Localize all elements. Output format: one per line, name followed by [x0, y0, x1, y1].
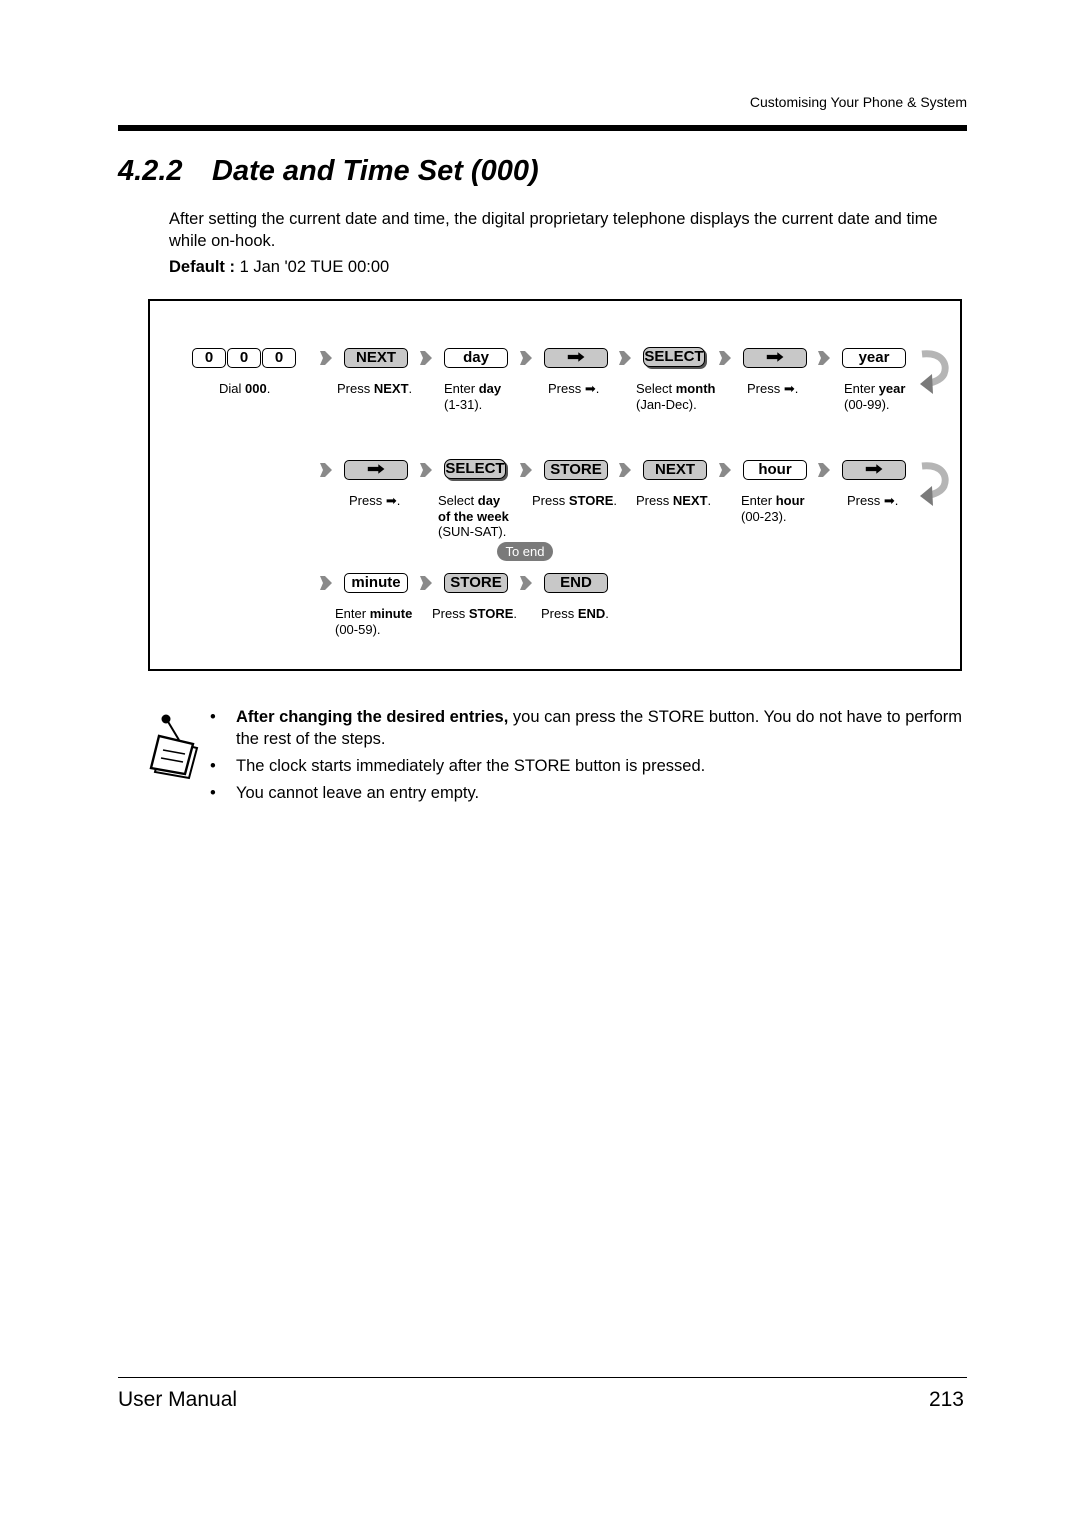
- caption-dial: Dial 000.: [219, 381, 271, 396]
- caption-day: Enter day (1-31).: [444, 381, 502, 412]
- caption-store: Press STORE.: [532, 493, 618, 508]
- key-right-arrow[interactable]: ➡: [743, 348, 807, 368]
- flow-arrow-icon: [320, 460, 332, 480]
- key-digit-0-third[interactable]: 0: [262, 348, 296, 368]
- caption-end: Press END.: [541, 606, 609, 621]
- default-setting: Default : 1 Jan '02 TUE 00:00: [169, 258, 389, 277]
- bullet: •: [210, 708, 216, 726]
- flow-arrow-icon: [818, 460, 830, 480]
- section-title: 4.2.2 Date and Time Set (000): [118, 155, 539, 188]
- return-arrow-icon: [918, 462, 950, 508]
- right-arrow-icon: ➡: [367, 461, 385, 478]
- key-store[interactable]: STORE: [544, 460, 608, 480]
- running-head: Customising Your Phone & System: [749, 94, 967, 110]
- note-pad-icon: [149, 714, 199, 780]
- flow-arrow-icon: [420, 460, 432, 480]
- caption-arrow: Press ➡.: [349, 493, 401, 508]
- note-item: • After changing the desired entries, yo…: [210, 708, 963, 748]
- notes-list: • After changing the desired entries, yo…: [210, 706, 970, 809]
- caption-select-weekday: Select day of the week (SUN-SAT).: [438, 493, 509, 539]
- flow-arrow-icon: [619, 348, 631, 368]
- right-arrow-icon: ➡: [766, 349, 784, 366]
- caption-hour: Enter hour (00-23).: [741, 493, 805, 524]
- key-store[interactable]: STORE: [444, 573, 508, 593]
- key-digit-0-first[interactable]: 0: [192, 348, 226, 368]
- caption-year: Enter year (00-99).: [844, 381, 906, 412]
- caption-next: Press NEXT.: [636, 493, 712, 508]
- caption-store: Press STORE.: [432, 606, 518, 621]
- key-end[interactable]: END: [544, 573, 608, 593]
- key-year[interactable]: year: [842, 348, 906, 368]
- flow-arrow-icon: [520, 460, 532, 480]
- top-rule: [118, 125, 967, 131]
- flow-arrow-icon: [619, 460, 631, 480]
- key-next[interactable]: NEXT: [643, 460, 707, 480]
- caption-arrow: Press ➡.: [847, 493, 899, 508]
- key-select[interactable]: SELECT: [444, 459, 506, 479]
- flow-arrow-icon: [520, 348, 532, 368]
- caption-minute: Enter minute (00-59).: [335, 606, 413, 637]
- bullet: •: [210, 784, 216, 802]
- caption-select-month: Select month (Jan-Dec).: [636, 381, 716, 412]
- footer-rule: [118, 1377, 967, 1378]
- page-number: 213: [928, 1388, 964, 1411]
- intro-paragraph: After setting the current date and time,…: [169, 210, 938, 250]
- section-number: 4.2.2: [118, 155, 183, 187]
- return-arrow-icon: [918, 350, 950, 396]
- key-day[interactable]: day: [444, 348, 508, 368]
- section-title-text: Date and Time Set (000): [212, 155, 539, 187]
- caption-arrow: Press ➡.: [747, 381, 799, 396]
- flow-arrow-icon: [520, 573, 532, 593]
- key-minute[interactable]: minute: [344, 573, 408, 593]
- flow-arrow-icon: [420, 348, 432, 368]
- flow-arrow-icon: [818, 348, 830, 368]
- default-value: 1 Jan '02 TUE 00:00: [235, 258, 390, 276]
- key-right-arrow[interactable]: ➡: [842, 460, 906, 480]
- key-hour[interactable]: hour: [743, 460, 807, 480]
- key-next[interactable]: NEXT: [344, 348, 408, 368]
- flow-arrow-icon: [320, 348, 332, 368]
- note-item: • You cannot leave an entry empty.: [210, 784, 480, 802]
- key-digit-0-second[interactable]: 0: [227, 348, 261, 368]
- key-right-arrow[interactable]: ➡: [544, 348, 608, 368]
- bullet: •: [210, 757, 216, 775]
- flow-arrow-icon: [320, 573, 332, 593]
- default-label: Default :: [169, 258, 235, 276]
- flow-arrow-icon: [420, 573, 432, 593]
- key-select[interactable]: SELECT: [643, 347, 705, 367]
- flow-arrow-icon: [719, 348, 731, 368]
- caption-arrow: Press ➡.: [548, 381, 600, 396]
- right-arrow-icon: ➡: [567, 349, 585, 366]
- key-right-arrow[interactable]: ➡: [344, 460, 408, 480]
- right-arrow-icon: ➡: [865, 461, 883, 478]
- footer-title: User Manual: [118, 1388, 238, 1411]
- to-end-badge: To end: [497, 542, 553, 561]
- caption-next: Press NEXT.: [337, 381, 413, 396]
- note-item: • The clock starts immediately after the…: [210, 757, 706, 775]
- flow-arrow-icon: [719, 460, 731, 480]
